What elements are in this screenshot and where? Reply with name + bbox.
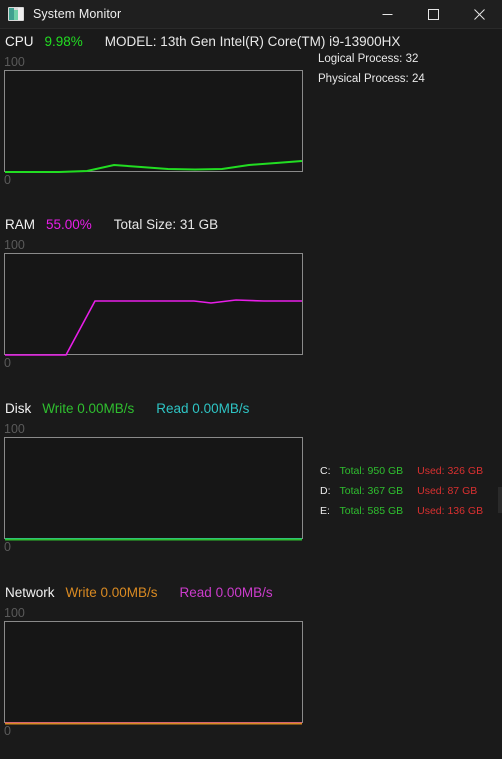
cpu-panel: CPU 9.98% MODEL: 13th Gen Intel(R) Core(… xyxy=(0,34,502,188)
cpu-graph xyxy=(4,70,303,173)
cpu-axis-min: 0 xyxy=(4,173,11,187)
physical-process-count: Physical Process: 24 xyxy=(318,73,425,85)
drive-total: Total: 950 GB xyxy=(339,465,404,477)
monitor-content: CPU 9.98% MODEL: 13th Gen Intel(R) Core(… xyxy=(0,29,502,759)
title-bar: System Monitor xyxy=(0,0,502,29)
drive-name: E: xyxy=(320,505,330,517)
cpu-model: MODEL: 13th Gen Intel(R) Core(TM) i9-139… xyxy=(104,34,401,49)
network-graph-lines xyxy=(5,722,302,725)
disk-write-rate: Write 0.00MB/s xyxy=(42,401,135,416)
table-row: D: Total: 367 GB Used: 87 GB xyxy=(320,481,483,501)
clipped-edge-element xyxy=(498,487,502,513)
network-axis-min: 0 xyxy=(4,724,11,738)
drive-total: Total: 585 GB xyxy=(339,505,404,517)
drive-name: D: xyxy=(320,485,331,497)
drive-used: Used: 136 GB xyxy=(417,505,484,517)
drive-name: C: xyxy=(320,465,331,477)
logical-process-count: Logical Process: 32 xyxy=(318,53,419,65)
ram-total-size: Total Size: 31 GB xyxy=(113,217,219,232)
ram-header: RAM 55.00% Total Size: 31 GB xyxy=(0,217,502,237)
disk-label: Disk xyxy=(5,401,32,416)
maximize-button[interactable] xyxy=(410,0,456,28)
table-row: C: Total: 950 GB Used: 326 GB xyxy=(320,461,483,481)
disk-panel: Disk Write 0.00MB/s Read 0.00MB/s 100 0 … xyxy=(0,401,502,555)
drive-total: Total: 367 GB xyxy=(339,485,404,497)
network-axis-max: 100 xyxy=(4,606,25,620)
network-label: Network xyxy=(5,585,55,600)
ram-graph-line xyxy=(5,299,302,356)
ram-panel: RAM 55.00% Total Size: 31 GB 100 0 xyxy=(0,217,502,371)
cpu-usage-value: 9.98% xyxy=(44,34,83,49)
ram-usage-value: 55.00% xyxy=(46,217,92,232)
cpu-axis-max: 100 xyxy=(4,55,25,69)
disk-axis-min: 0 xyxy=(4,540,11,554)
cpu-process-info: Logical Process: 32 Physical Process: 24 xyxy=(318,49,425,89)
disk-graph-lines xyxy=(5,538,302,541)
monitor-chart-icon xyxy=(8,7,24,21)
ram-graph xyxy=(4,253,303,356)
disk-header: Disk Write 0.00MB/s Read 0.00MB/s xyxy=(0,401,502,421)
drive-usage-table: C: Total: 950 GB Used: 326 GB D: Total: … xyxy=(320,461,483,521)
network-write-rate: Write 0.00MB/s xyxy=(65,585,158,600)
disk-graph xyxy=(4,437,303,541)
window-controls xyxy=(364,0,502,28)
cpu-graph-line xyxy=(5,160,303,173)
drive-used: Used: 326 GB xyxy=(417,465,484,477)
disk-read-rate: Read 0.00MB/s xyxy=(156,401,250,416)
network-graph xyxy=(4,621,303,725)
window-title: System Monitor xyxy=(33,7,122,21)
disk-axis-max: 100 xyxy=(4,422,25,436)
close-button[interactable] xyxy=(456,0,502,28)
cpu-header: CPU 9.98% MODEL: 13th Gen Intel(R) Core(… xyxy=(0,34,502,54)
table-row: E: Total: 585 GB Used: 136 GB xyxy=(320,501,483,521)
cpu-label: CPU xyxy=(5,34,34,49)
drive-used: Used: 87 GB xyxy=(417,485,478,497)
ram-axis-max: 100 xyxy=(4,238,25,252)
ram-axis-min: 0 xyxy=(4,356,11,370)
network-read-rate: Read 0.00MB/s xyxy=(179,585,273,600)
minimize-button[interactable] xyxy=(364,0,410,28)
network-header: Network Write 0.00MB/s Read 0.00MB/s xyxy=(0,585,502,605)
ram-label: RAM xyxy=(5,217,35,232)
network-panel: Network Write 0.00MB/s Read 0.00MB/s 100… xyxy=(0,585,502,739)
